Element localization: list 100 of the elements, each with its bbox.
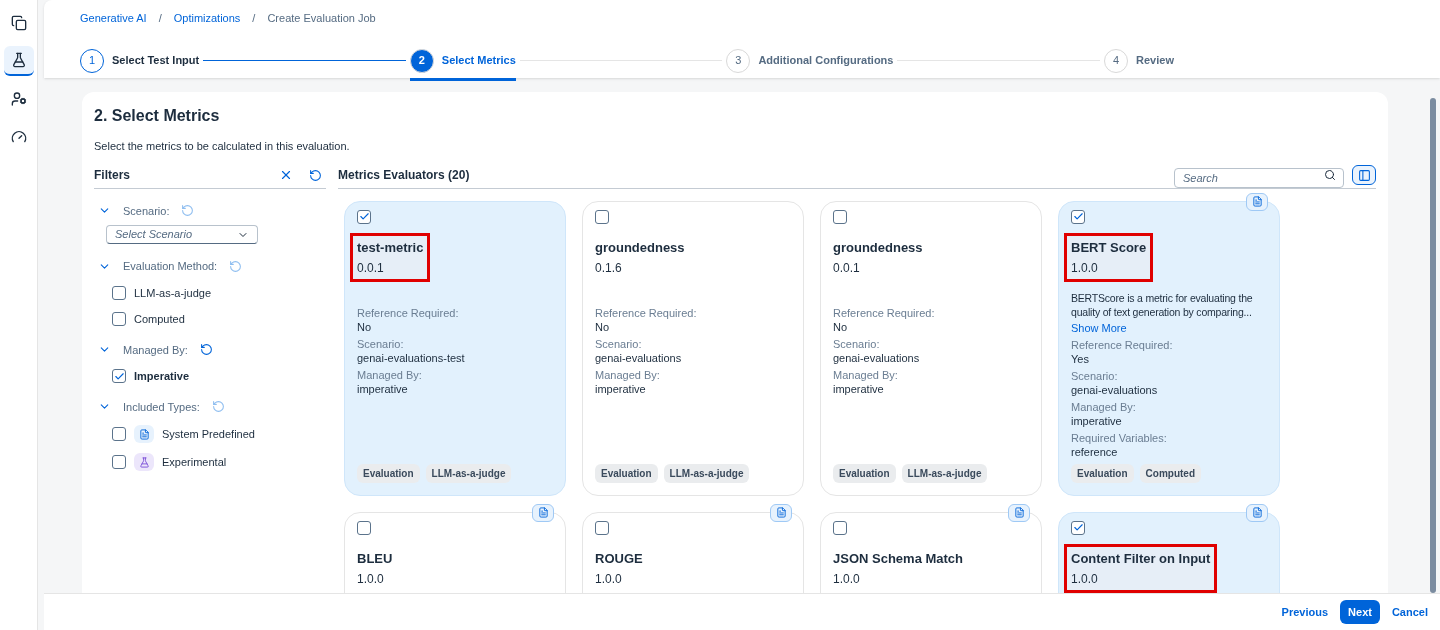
search-field[interactable]: Search [1174,168,1344,188]
tag: LLM-as-a-judge [425,463,512,483]
field-value: Yes [1071,352,1090,366]
search-icon [1324,169,1336,181]
field-value: imperative [595,382,647,396]
field-label: Managed By: [595,369,661,382]
wizard-step[interactable]: 4 Review [1104,40,1174,81]
field-label: Reference Required: [833,307,936,320]
checkbox[interactable] [357,209,371,224]
checkbox[interactable] [112,427,126,441]
checkbox[interactable] [833,209,847,224]
page-title: 2. Select Metrics [94,106,221,126]
panel-toggle-button[interactable] [1352,165,1376,185]
metric-name: groundedness [833,238,923,257]
field-value: genai-evaluations [1071,383,1159,397]
footer-link-button[interactable]: Previous [1281,603,1329,621]
filters-title: Filters [94,167,131,184]
checkbox[interactable] [595,209,609,224]
breadcrumb-separator: / [158,11,162,26]
page-subtitle: Select the metrics to be calculated in this evaluation. [94,139,351,154]
wizard-step[interactable]: 2 Select Metrics [409,40,516,81]
filter-group-label: Evaluation Method: [123,259,218,274]
tag: LLM-as-a-judge [663,463,750,483]
footer-link-button[interactable]: Cancel [1391,603,1428,621]
metric-card[interactable]: test-metric 0.0.1 Reference Required: No Scenario: genai-evaluations-test Managed By: imperative Evaluation LLM-as-a-judge [344,200,566,496]
collapse-icon[interactable] [279,168,293,182]
filter-option-label: Experimental [162,454,227,470]
field-label: Required Variables: [1071,432,1168,445]
tag: Computed [1139,463,1202,483]
field-value: imperative [833,382,885,396]
field-value: No [833,320,849,334]
field-label: Reference Required: [357,307,460,320]
metric-version: 0.1.6 [595,260,623,277]
metric-version: 1.0.0 [595,571,623,588]
breadcrumb-separator: / [252,11,256,26]
field-label: Reference Required: [1071,339,1174,352]
checkbox[interactable] [357,520,371,535]
tag: LLM-as-a-judge [901,463,988,483]
field-value: No [595,320,611,334]
metric-name: Content Filter on Input [1071,549,1211,568]
field-label: Managed By: [833,369,899,382]
document-icon [134,425,154,443]
checkbox[interactable] [1071,520,1085,535]
field-value: genai-evaluations-test [357,351,466,365]
next-button[interactable]: Next [1340,599,1380,625]
filter-option-label: System Predefined [162,426,255,442]
show-more-link[interactable]: Show More [1071,321,1267,335]
field-value: reference [1071,445,1119,459]
flask-icon [134,453,154,471]
breadcrumb-link[interactable]: Optimizations [173,10,241,27]
metric-version: 1.0.0 [1071,260,1099,277]
tag: Evaluation [1071,463,1134,483]
checkbox[interactable] [112,312,126,327]
field-label: Scenario: [595,338,643,351]
field-value: imperative [1071,414,1123,428]
metric-name: groundedness [595,238,685,257]
metric-name: BERT Score [1071,238,1147,257]
metric-version: 1.0.0 [1071,571,1099,588]
filter-group-label: Managed By: [123,342,188,358]
metric-name: test-metric [357,238,424,257]
filter-option-label: Computed [134,312,185,327]
scenario-select[interactable]: Select Scenario [106,225,258,244]
field-label: Scenario: [357,338,405,351]
reset-icon[interactable] [199,343,213,357]
sidebar-panel-icon [1357,168,1371,182]
metric-card[interactable]: JSON Schema Match 1.0.0 [820,511,1042,593]
checkbox[interactable] [112,369,126,384]
checkbox[interactable] [1071,209,1085,224]
metric-card[interactable]: Content Filter on Input 1.0.0 [1058,511,1280,593]
metric-name: BLEU [357,549,393,568]
filter-group-label: Scenario: [123,203,170,219]
checkbox[interactable] [833,520,847,535]
metric-card[interactable] [1058,200,1280,496]
metric-card[interactable]: ROUGE 1.0.0 [582,511,804,593]
field-label: Reference Required: [595,307,698,320]
metric-name: JSON Schema Match [833,549,964,568]
field-label: Scenario: [833,338,881,351]
field-value: imperative [357,382,409,396]
field-label: Managed By: [357,369,423,382]
metric-card[interactable]: BLEU 1.0.0 [344,511,566,593]
metric-version: 0.0.1 [357,260,385,277]
checkbox[interactable] [595,520,609,535]
filter-option-label: LLM-as-a-judge [134,285,212,301]
reset-icon[interactable] [309,168,322,182]
filter-group-label: Included Types: [123,399,200,415]
checkbox[interactable] [112,285,126,300]
checkbox[interactable] [112,455,126,469]
breadcrumb-link[interactable]: Generative AI [80,10,147,27]
metric-card[interactable]: groundedness 0.0.1 Reference Required: No Scenario: genai-evaluations Managed By: imperative Evaluation LLM-as-a-judge [820,200,1042,496]
flask-icon[interactable] [3,46,34,76]
field-value: genai-evaluations [595,351,683,365]
field-label: Managed By: [1071,401,1137,414]
metric-version: 1.0.0 [357,571,385,588]
wizard-step[interactable]: 1 Select Test Input [80,40,200,81]
metric-version: 0.0.1 [833,260,861,277]
field-value: No [357,320,373,334]
metric-card[interactable]: groundedness 0.1.6 Reference Required: No Scenario: genai-evaluations Managed By: imperative Evaluation LLM-as-a-judge [582,200,804,496]
wizard-step[interactable]: 3 Additional Configurations [726,40,894,81]
filter-option-label: Imperative [134,369,190,384]
field-value: genai-evaluations [833,351,921,365]
